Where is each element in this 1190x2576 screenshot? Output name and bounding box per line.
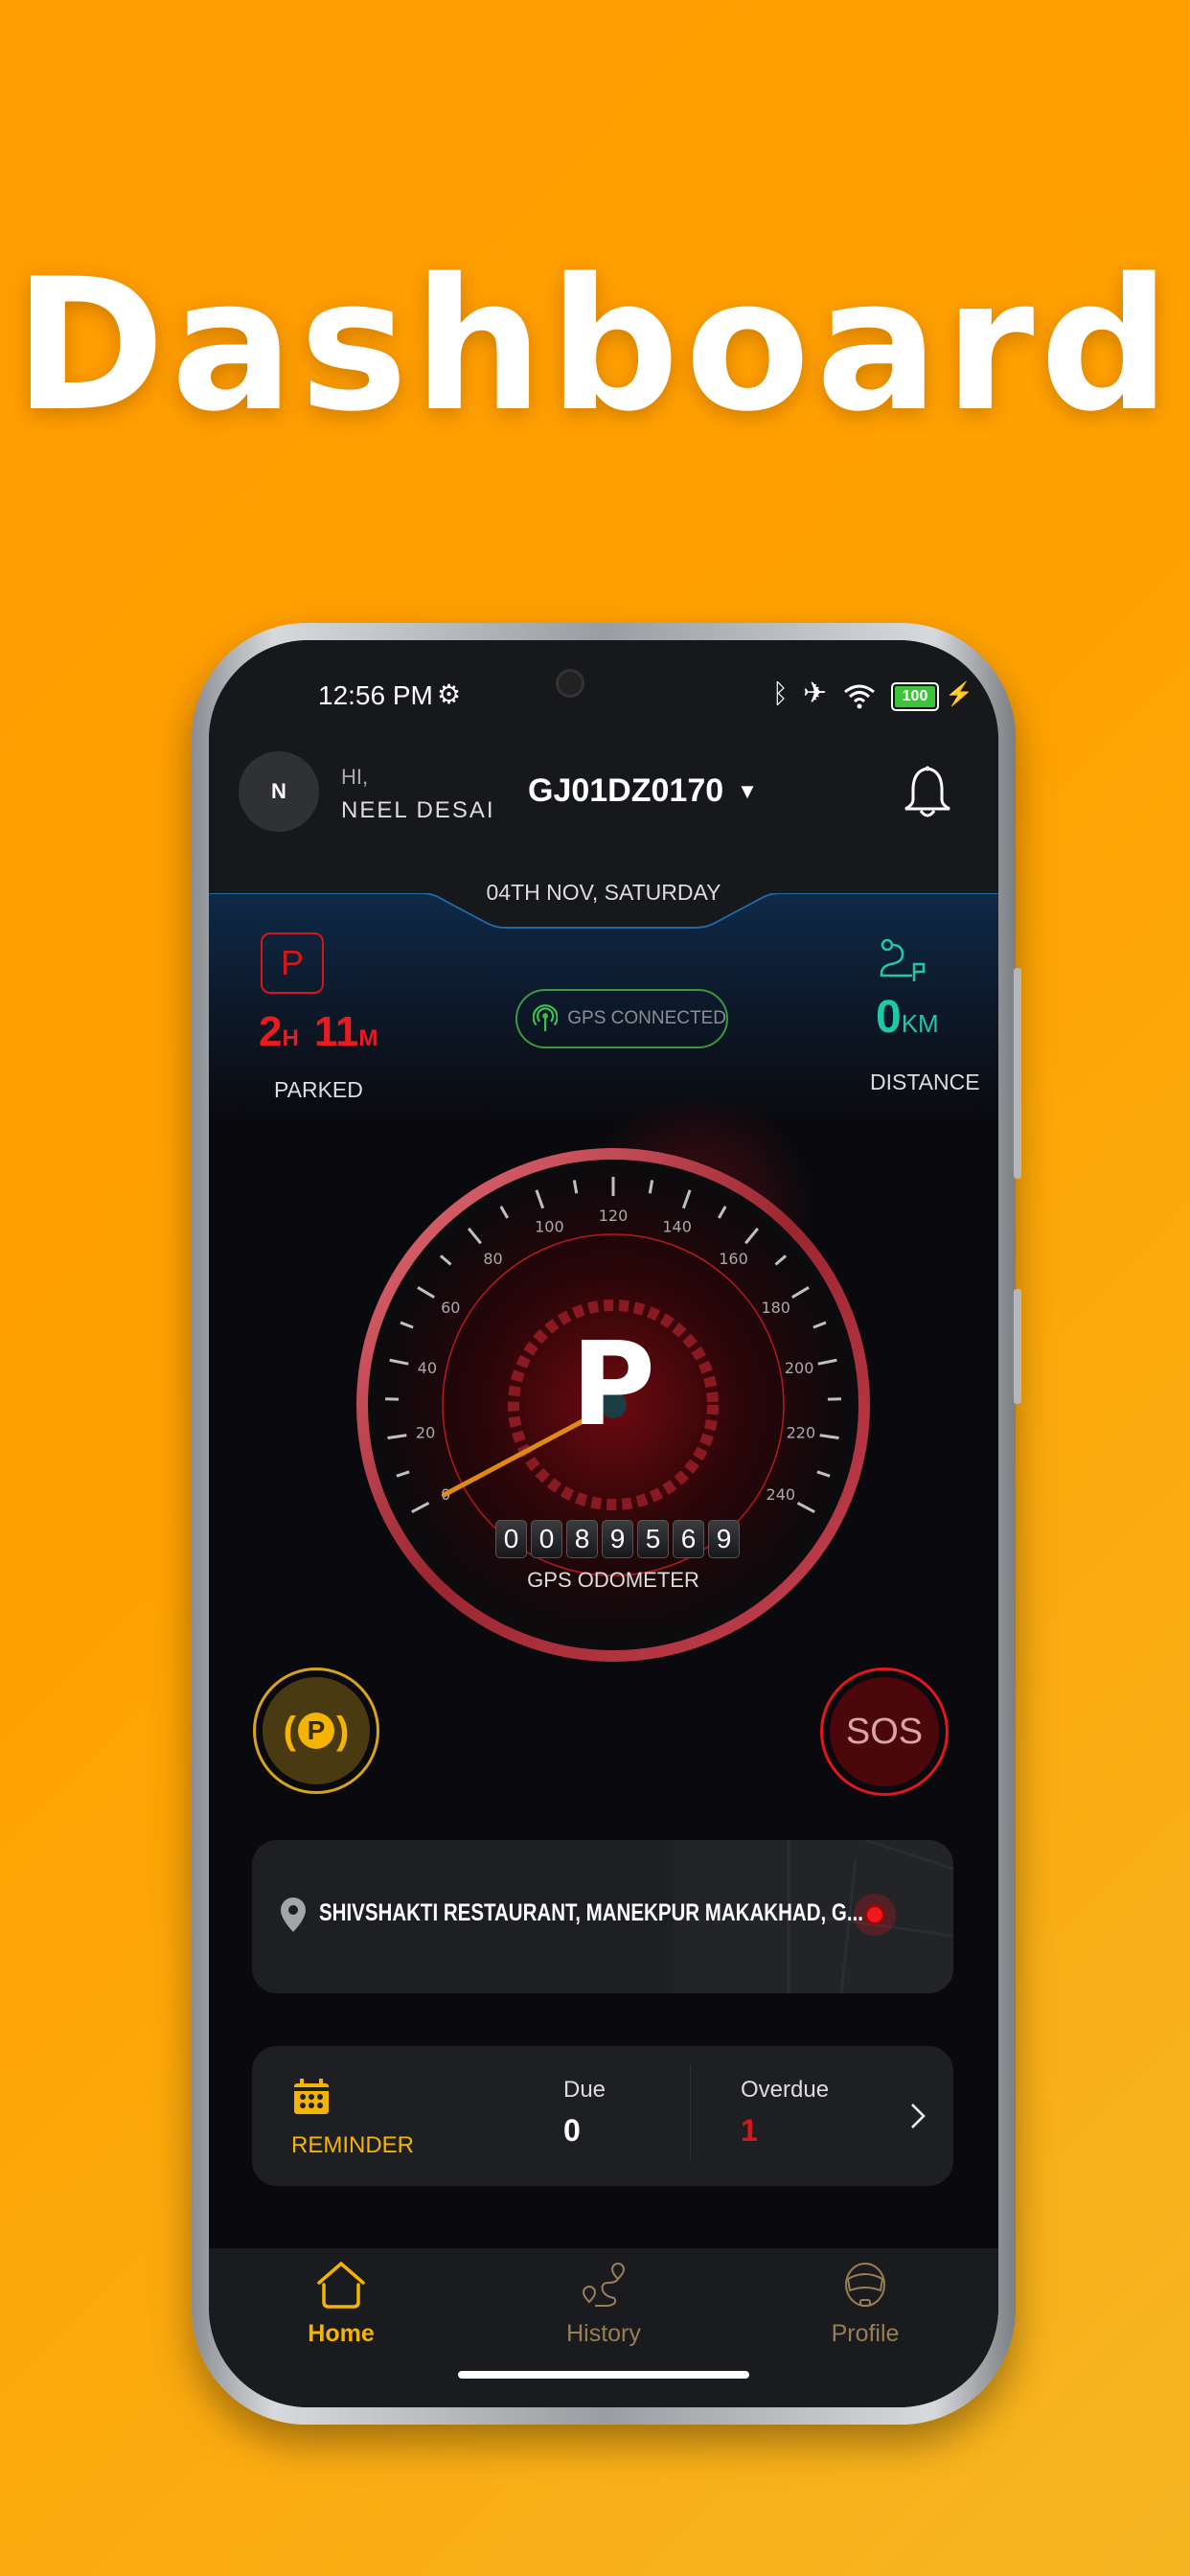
gps-status-badge: GPS CONNECTED <box>515 989 728 1048</box>
home-icon <box>317 2261 365 2309</box>
sos-button[interactable]: SOS <box>820 1668 949 1796</box>
bluetooth-icon: ᛒ <box>772 678 789 708</box>
nav-home-label: Home <box>308 2320 375 2347</box>
location-address: SHIVSHAKTI RESTAURANT, MANEKPUR MAKAKHAD… <box>319 1899 863 1926</box>
odometer-label: GPS ODOMETER <box>527 1568 699 1592</box>
odometer-digit: 5 <box>637 1520 669 1558</box>
wifi-icon <box>843 682 876 714</box>
odometer-digit: 0 <box>495 1520 527 1558</box>
distance-value: 0KM <box>876 991 939 1044</box>
battery-icon: 100 <box>891 682 939 711</box>
route-history-icon <box>582 2262 626 2307</box>
nav-profile-label: Profile <box>831 2320 900 2347</box>
nav-profile[interactable]: Profile <box>769 2262 961 2348</box>
odometer-digit: 9 <box>708 1520 740 1558</box>
user-name: NEEL DESAI <box>341 797 495 823</box>
odometer: 0089569 <box>493 1520 740 1558</box>
nav-history[interactable]: History <box>508 2262 699 2348</box>
parking-icon: ( P ) <box>263 1677 370 1784</box>
distance-label: DISTANCE <box>870 1070 980 1094</box>
gauge-tick-label: 120 <box>599 1207 629 1225</box>
gauge-tick-label: 40 <box>418 1359 437 1377</box>
location-pin-icon <box>281 1898 306 1932</box>
helmet-icon <box>845 2263 885 2307</box>
home-indicator <box>458 2371 749 2379</box>
parked-minutes-unit: M <box>358 1025 378 1051</box>
gauge-tick-label: 160 <box>719 1250 748 1268</box>
gauge-tick-label: 140 <box>662 1218 692 1236</box>
camera-cutout <box>556 669 584 698</box>
reminder-label: REMINDER <box>291 2132 415 2158</box>
distance-unit: KM <box>901 1009 939 1038</box>
parked-hours-unit: H <box>282 1025 299 1051</box>
gear-icon: ⚙ <box>437 679 462 709</box>
chevron-right-icon[interactable] <box>909 2102 927 2130</box>
gear-indicator: P <box>571 1319 655 1452</box>
parked-hours: 2 <box>259 1008 283 1055</box>
avatar[interactable]: N <box>239 751 319 832</box>
gps-signal-icon <box>533 1004 559 1032</box>
odometer-digit: 6 <box>673 1520 704 1558</box>
route-icon <box>880 939 926 981</box>
gauge-tick-label: 200 <box>785 1359 814 1377</box>
airplane-icon: ✈ <box>803 678 828 709</box>
parked-label: PARKED <box>274 1077 363 1102</box>
reminder-card[interactable]: REMINDER Due 0 Overdue 1 <box>252 2046 953 2186</box>
gauge-tick-label: 240 <box>767 1485 796 1504</box>
charging-icon: ⚡ <box>945 681 973 707</box>
phone-screen: 12:56 PM ⚙ ᛒ ✈ 100 ⚡ N HI, NEEL DESAI GJ… <box>209 640 998 2407</box>
greeting: HI, <box>341 765 369 789</box>
power-button <box>1014 1289 1021 1404</box>
parking-mode-button[interactable]: ( P ) <box>253 1668 379 1794</box>
gauge-tick-label: 180 <box>761 1299 790 1317</box>
gauge-tick-label: 80 <box>483 1250 502 1268</box>
calendar-icon <box>294 2079 329 2114</box>
divider <box>690 2065 691 2161</box>
parked-minutes: 11 <box>313 1008 359 1055</box>
sos-label: SOS <box>830 1677 939 1786</box>
gauge-tick-label: 20 <box>416 1424 435 1442</box>
chevron-down-icon: ▼ <box>737 778 758 803</box>
nav-home[interactable]: Home <box>245 2261 437 2348</box>
notification-bell-icon[interactable] <box>901 765 954 827</box>
bottom-nav: Home History Profile <box>209 2248 998 2407</box>
vehicle-selector[interactable]: GJ01DZ0170 ▼ <box>528 772 758 810</box>
overdue-label: Overdue <box>741 2077 830 2103</box>
parked-icon: P <box>261 932 324 994</box>
location-card[interactable]: SHIVSHAKTI RESTAURANT, MANEKPUR MAKAKHAD… <box>252 1840 953 1993</box>
overdue-value: 1 <box>741 2113 758 2148</box>
due-label: Due <box>563 2077 606 2103</box>
vehicle-plate: GJ01DZ0170 <box>528 772 724 809</box>
distance-number: 0 <box>876 992 902 1043</box>
battery-level: 100 <box>895 686 935 707</box>
gauge-tick-label: 220 <box>787 1424 816 1442</box>
current-date: 04TH NOV, SATURDAY <box>486 880 721 905</box>
due-value: 0 <box>563 2113 581 2148</box>
volume-button <box>1014 968 1021 1179</box>
odometer-digit: 9 <box>602 1520 633 1558</box>
status-time: 12:56 PM <box>318 680 433 710</box>
parking-letter: P <box>298 1713 334 1749</box>
nav-history-label: History <box>566 2320 641 2347</box>
odometer-digit: 0 <box>531 1520 562 1558</box>
parked-duration: 2H 11M <box>259 1008 378 1056</box>
gauge-tick-label: 60 <box>441 1299 460 1317</box>
odometer-digit: 8 <box>566 1520 598 1558</box>
page-title: Dashboard <box>13 240 1177 451</box>
gps-status-label: GPS CONNECTED <box>567 1008 726 1028</box>
gauge-tick-label: 100 <box>535 1218 564 1236</box>
